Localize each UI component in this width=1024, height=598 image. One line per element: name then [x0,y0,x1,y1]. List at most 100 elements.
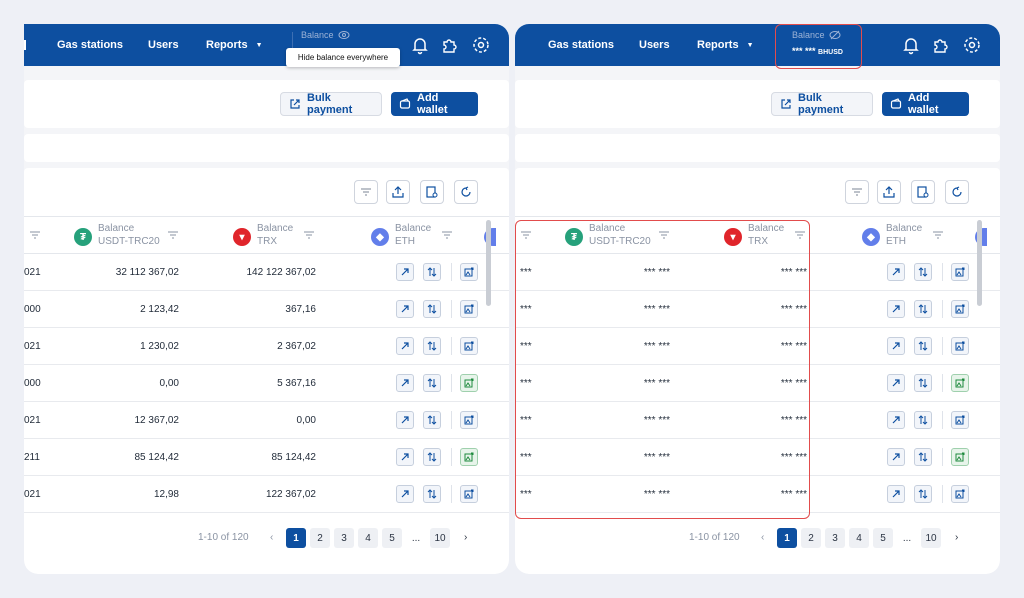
qr-button[interactable] [951,300,969,318]
bulk-payment-button[interactable]: Bulk payment [280,92,382,116]
swap-button[interactable] [423,263,441,281]
column-filter-icon[interactable] [168,231,178,239]
table-row[interactable]: *** *** *** *** *** [515,402,1000,439]
page-button-5[interactable]: 5 [873,528,893,548]
column-filter-icon[interactable] [442,231,452,239]
page-button-10[interactable]: 10 [921,528,941,548]
send-button[interactable] [396,300,414,318]
table-row[interactable]: 021 12 367,02 0,00 [24,402,509,439]
qr-button[interactable] [951,263,969,281]
send-button[interactable] [887,448,905,466]
page-button-1[interactable]: 1 [286,528,306,548]
qr-button[interactable] [460,448,478,466]
page-button-4[interactable]: 4 [849,528,869,548]
column-filter-icon[interactable] [795,231,805,239]
table-row[interactable]: 000 2 123,42 367,16 [24,291,509,328]
nav-reports[interactable]: Reports ▼ [697,24,754,66]
nav-gas-stations[interactable]: Gas stations [548,24,614,66]
filter-tool-button[interactable] [845,180,869,204]
column-filter-icon[interactable] [933,231,943,239]
swap-button[interactable] [914,374,932,392]
qr-button[interactable] [951,485,969,503]
table-row[interactable]: 021 12,98 122 367,02 [24,476,509,513]
column-filter-icon[interactable] [30,231,40,239]
page-button-4[interactable]: 4 [358,528,378,548]
page-button-3[interactable]: 3 [825,528,845,548]
table-row[interactable]: 211 85 124,42 85 124,42 [24,439,509,476]
gear-icon[interactable] [962,35,982,55]
page-button-2[interactable]: 2 [310,528,330,548]
balance-toggle[interactable]: Balance [792,30,841,40]
column-filter-icon[interactable] [304,231,314,239]
send-button[interactable] [396,448,414,466]
swap-button[interactable] [914,411,932,429]
qr-button[interactable] [951,337,969,355]
swap-button[interactable] [914,485,932,503]
bell-icon[interactable] [410,35,430,55]
nav-users[interactable]: Users [639,24,670,66]
filter-tool-button[interactable] [354,180,378,204]
prev-page-icon[interactable]: ‹ [270,532,273,543]
swap-button[interactable] [914,337,932,355]
add-wallet-button[interactable]: Add wallet [391,92,478,116]
column-filter-icon[interactable] [521,231,531,239]
table-row[interactable]: *** *** *** *** *** [515,328,1000,365]
send-button[interactable] [396,374,414,392]
export-button[interactable] [386,180,410,204]
swap-button[interactable] [914,300,932,318]
puzzle-icon[interactable] [440,35,460,55]
column-filter-icon[interactable] [659,231,669,239]
swap-button[interactable] [423,485,441,503]
table-row[interactable]: *** *** *** *** *** [515,254,1000,291]
bell-icon[interactable] [901,35,921,55]
export-button[interactable] [877,180,901,204]
send-button[interactable] [887,485,905,503]
qr-button[interactable] [460,485,478,503]
table-row[interactable]: *** *** *** *** *** [515,291,1000,328]
send-button[interactable] [887,411,905,429]
columns-settings-button[interactable] [420,180,444,204]
puzzle-icon[interactable] [931,35,951,55]
qr-button[interactable] [460,337,478,355]
swap-button[interactable] [423,374,441,392]
next-page-icon[interactable]: › [955,532,958,543]
send-button[interactable] [887,263,905,281]
qr-button[interactable] [951,374,969,392]
swap-button[interactable] [423,448,441,466]
prev-page-icon[interactable]: ‹ [761,532,764,543]
qr-button[interactable] [460,263,478,281]
swap-button[interactable] [423,300,441,318]
table-row[interactable]: *** *** *** *** *** [515,365,1000,402]
page-button-5[interactable]: 5 [382,528,402,548]
table-row[interactable]: 000 0,00 5 367,16 [24,365,509,402]
vertical-scrollbar[interactable] [486,220,491,306]
next-page-icon[interactable]: › [464,532,467,543]
swap-button[interactable] [914,448,932,466]
swap-button[interactable] [423,411,441,429]
vertical-scrollbar[interactable] [977,220,982,306]
qr-button[interactable] [460,374,478,392]
table-row[interactable]: *** *** *** *** *** [515,476,1000,513]
qr-button[interactable] [460,411,478,429]
add-wallet-button[interactable]: Add wallet [882,92,969,116]
swap-button[interactable] [423,337,441,355]
send-button[interactable] [887,300,905,318]
nav-users[interactable]: Users [148,24,179,66]
send-button[interactable] [887,374,905,392]
balance-toggle[interactable]: Balance [301,30,350,40]
refresh-button[interactable] [454,180,478,204]
page-button-10[interactable]: 10 [430,528,450,548]
nav-gas-stations[interactable]: Gas stations [57,24,123,66]
page-button-2[interactable]: 2 [801,528,821,548]
send-button[interactable] [396,411,414,429]
refresh-button[interactable] [945,180,969,204]
swap-button[interactable] [914,263,932,281]
page-button-1[interactable]: 1 [777,528,797,548]
bulk-payment-button[interactable]: Bulk payment [771,92,873,116]
table-row[interactable]: 021 1 230,02 2 367,02 [24,328,509,365]
send-button[interactable] [396,485,414,503]
qr-button[interactable] [951,411,969,429]
gear-icon[interactable] [471,35,491,55]
table-row[interactable]: 021 32 112 367,02 142 122 367,02 [24,254,509,291]
send-button[interactable] [887,337,905,355]
